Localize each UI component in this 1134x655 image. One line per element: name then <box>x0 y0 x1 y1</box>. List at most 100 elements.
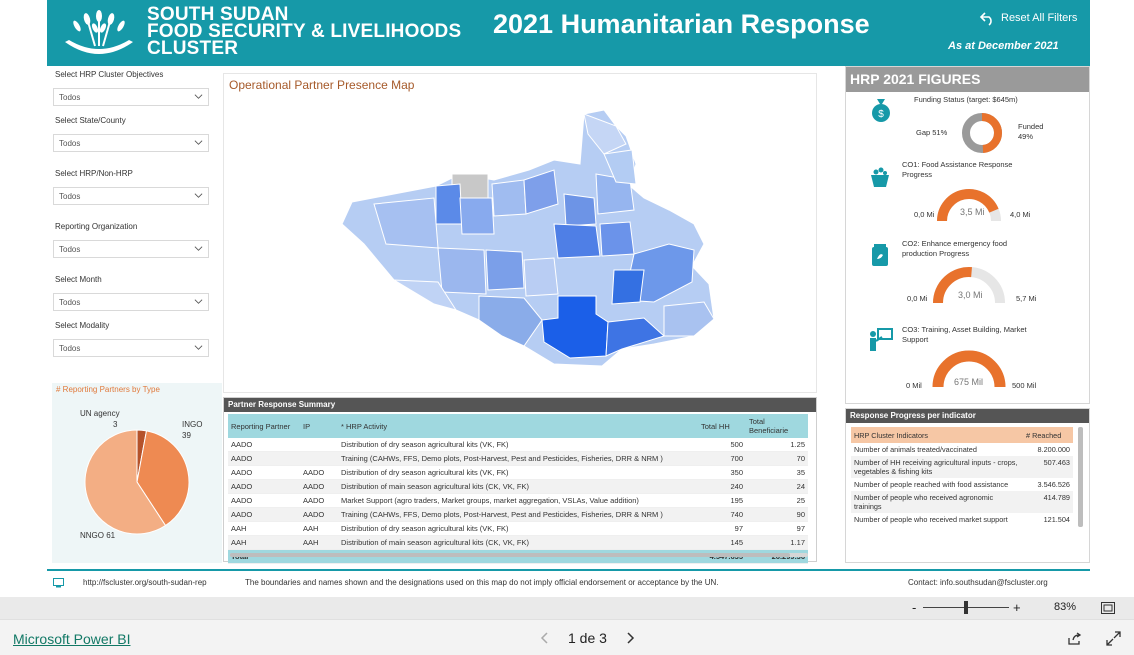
zoom-slider-thumb[interactable] <box>964 601 968 614</box>
cell: Training (CAHWs, FFS, Demo plots, Post-H… <box>338 507 698 522</box>
cell: Number of HH receiving agricultural inpu… <box>851 456 1023 478</box>
cell: 97 <box>746 521 808 536</box>
table-row[interactable]: AADO Distribution of dry season agricultu… <box>228 438 808 452</box>
cell: AADO <box>228 451 300 466</box>
map-region[interactable] <box>435 183 463 225</box>
pie-value-un: 3 <box>113 420 118 429</box>
seed-bag-icon <box>872 244 888 266</box>
report-footer: http://fscluster.org/south-sudan-rep The… <box>47 573 1090 593</box>
map-region[interactable] <box>523 257 559 297</box>
horizontal-scrollbar[interactable] <box>230 553 808 557</box>
cell: AADO <box>228 507 300 522</box>
table-row[interactable]: Number of people who received market sup… <box>851 513 1073 526</box>
fit-to-page-icon[interactable] <box>1101 602 1115 614</box>
column-header-indicator[interactable]: HRP Cluster Indicators <box>851 427 1023 443</box>
vertical-scrollbar[interactable] <box>1078 427 1083 527</box>
table-row[interactable]: AADO AADO Distribution of main season agri… <box>228 479 808 494</box>
column-header-reached[interactable]: # Reached <box>1023 427 1073 443</box>
cell: AAH <box>300 521 338 536</box>
table-row[interactable]: AADO AADO Training (CAHWs, FFS, Demo plots… <box>228 507 808 522</box>
partner-response-table: Reporting Partner IP * HRP Activity Tota… <box>228 414 808 564</box>
table-row[interactable]: Number of people reached with food assis… <box>851 478 1073 491</box>
map-region[interactable] <box>553 223 601 259</box>
reset-filters-button[interactable]: Reset All Filters <box>979 10 1077 26</box>
slicer-label: Select HRP/Non-HRP <box>55 169 133 178</box>
cell: AADO <box>228 493 300 508</box>
partner-presence-map-panel: Operational Partner Presence Map <box>223 73 817 393</box>
map-region[interactable] <box>491 179 527 217</box>
table-row[interactable]: Number of HH receiving agricultural inpu… <box>851 456 1073 478</box>
map-region[interactable] <box>663 301 715 337</box>
column-header-total-beneficiaries[interactable]: Total Beneficiarie <box>746 414 808 438</box>
map-region[interactable] <box>459 197 495 235</box>
column-header-partner[interactable]: Reporting Partner <box>228 414 300 438</box>
share-icon[interactable] <box>1067 632 1082 646</box>
footer-disclaimer: The boundaries and names shown and the d… <box>245 578 719 587</box>
table-row[interactable]: Number of animals treated/vaccinated 8.20… <box>851 443 1073 456</box>
partner-response-summary-panel: Partner Response Summary Reporting Partn… <box>223 397 817 564</box>
cell: AADO <box>228 465 300 480</box>
cell: AADO <box>300 507 338 522</box>
cell: Training (CAHWs, FFS, Demo plots, Post-H… <box>338 451 698 466</box>
previous-page-icon[interactable] <box>540 631 550 645</box>
footer-url-link[interactable]: http://fscluster.org/south-sudan-rep <box>83 578 207 587</box>
cell: Distribution of dry season agricultural … <box>338 438 698 452</box>
modality-dropdown[interactable]: Todos <box>53 339 209 357</box>
cell: 500 <box>698 438 746 452</box>
south-sudan-choropleth-map[interactable] <box>224 74 816 392</box>
map-region[interactable] <box>485 249 525 291</box>
pie-label-ingo: INGO <box>182 420 202 429</box>
viewer-zoom-bar: - + 83% <box>0 597 1134 619</box>
page-navigator: 1 de 3 <box>540 630 635 646</box>
fullscreen-icon[interactable] <box>1106 631 1121 646</box>
cell: 195 <box>698 493 746 508</box>
cell: Number of animals treated/vaccinated <box>854 445 977 454</box>
cell: AAH <box>300 535 338 550</box>
partners-pie-chart[interactable]: UN agency 3 INGO 39 NNGO 61 <box>52 395 222 565</box>
state-county-dropdown[interactable]: Todos <box>53 134 209 152</box>
hrp-nonhrp-dropdown[interactable]: Todos <box>53 187 209 205</box>
power-bi-link[interactable]: Microsoft Power BI <box>13 631 130 647</box>
chevron-down-icon <box>194 246 203 251</box>
map-region[interactable] <box>611 269 645 305</box>
table-row[interactable]: AAH AAH Distribution of dry season agricul… <box>228 521 808 536</box>
cell: 90 <box>746 507 808 522</box>
map-region[interactable] <box>599 221 635 257</box>
slicer-label: Select State/County <box>55 116 126 125</box>
pie-value-ingo: 39 <box>182 431 191 440</box>
cell <box>300 438 338 452</box>
funding-donut-chart[interactable] <box>960 111 1004 155</box>
funding-funded-label: Funded <box>1018 122 1044 131</box>
funding-funded-pct: 49% <box>1018 132 1034 141</box>
zoom-out-button[interactable]: - <box>912 600 916 615</box>
cell <box>300 451 338 466</box>
map-region[interactable] <box>563 193 597 227</box>
cell: Distribution of main season agricultural… <box>338 479 698 494</box>
column-header-activity[interactable]: * HRP Activity <box>338 414 698 438</box>
table-row[interactable]: AADO AADO Distribution of dry season agric… <box>228 465 808 480</box>
column-header-total-hh[interactable]: Total HH <box>698 414 746 438</box>
column-header-ip[interactable]: IP <box>300 414 338 438</box>
chevron-down-icon <box>194 345 203 350</box>
cell: Market Support (agro traders, Market gro… <box>338 493 698 508</box>
table-row[interactable]: AADO AADO Market Support (agro traders, Ma… <box>228 493 808 508</box>
summary-title: Partner Response Summary <box>224 398 816 412</box>
table-row[interactable]: AAH AAH Distribution of main season agricu… <box>228 535 808 550</box>
cell: AADO <box>300 465 338 480</box>
table-row[interactable]: AADO Training (CAHWs, FFS, Demo plots, Po… <box>228 451 808 466</box>
month-dropdown[interactable]: Todos <box>53 293 209 311</box>
table-row[interactable]: Number of people who received agronomic … <box>851 491 1073 513</box>
scrollbar-thumb[interactable] <box>230 553 790 557</box>
monitor-icon <box>53 578 64 588</box>
chevron-down-icon <box>194 299 203 304</box>
cluster-objectives-dropdown[interactable]: Todos <box>53 88 209 106</box>
reporting-organization-dropdown[interactable]: Todos <box>53 240 209 258</box>
next-page-icon[interactable] <box>625 631 635 645</box>
chevron-down-icon <box>194 140 203 145</box>
zoom-in-button[interactable]: + <box>1013 600 1021 615</box>
map-region[interactable] <box>437 247 487 295</box>
wheat-bowl-logo-icon <box>65 10 133 54</box>
footer-divider <box>47 569 1090 571</box>
indicator-table: HRP Cluster Indicators # Reached Number … <box>851 427 1073 526</box>
co1-gauge[interactable] <box>932 183 1006 223</box>
